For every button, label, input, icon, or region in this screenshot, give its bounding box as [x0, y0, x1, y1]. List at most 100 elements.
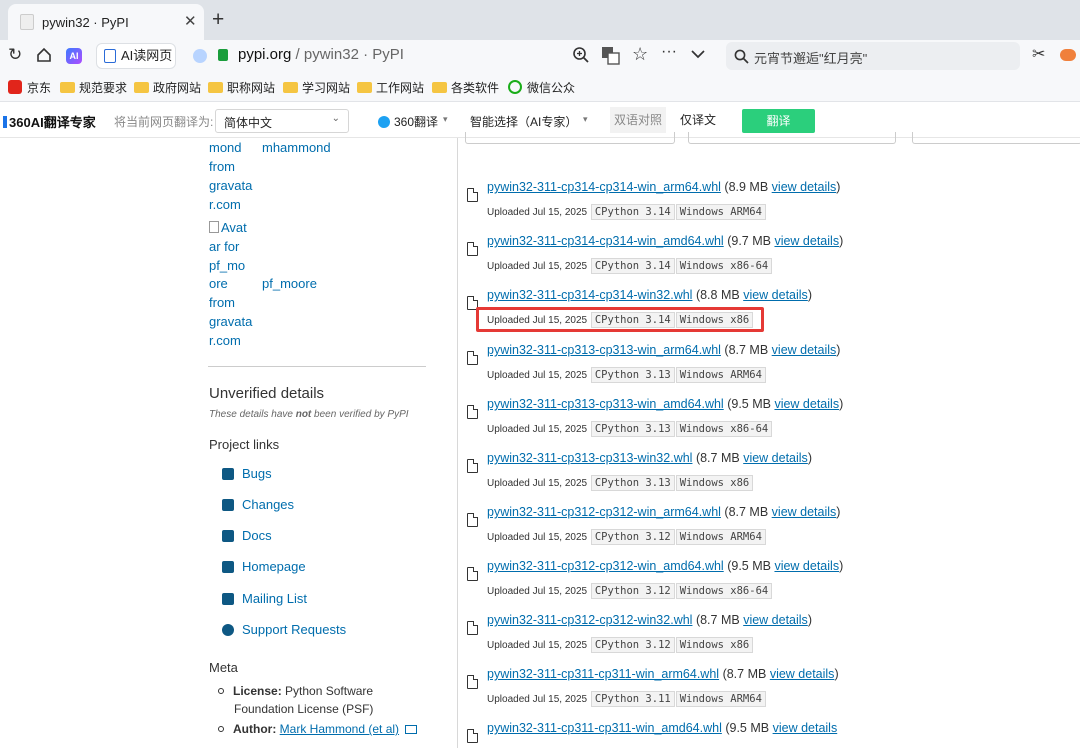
upload-date: Uploaded Jul 15, 2025: [487, 370, 588, 381]
star-bookmark-icon[interactable]: ☆: [632, 44, 648, 64]
close-tab-icon[interactable]: ✕: [184, 12, 197, 30]
maintainer-name-link[interactable]: mhammond: [262, 138, 331, 157]
view-details-link[interactable]: view details: [743, 613, 808, 627]
avatar-alt-text[interactable]: ar for: [209, 237, 239, 256]
ai-assistant-icon[interactable]: AI: [66, 48, 82, 64]
file-icon: [467, 729, 478, 743]
address-bar[interactable]: pypi.org / pywin32 · PyPI: [238, 46, 404, 63]
upload-date: Uploaded Jul 15, 2025: [487, 586, 588, 597]
bookmark-wechat[interactable]: 微信公众: [508, 79, 575, 96]
view-details-link[interactable]: view details: [743, 288, 808, 302]
caret-down-icon[interactable]: ▾: [443, 114, 448, 125]
avatar-alt-text[interactable]: mond: [209, 138, 242, 157]
file-download-link[interactable]: pywin32-311-cp312-cp312-win32.whl: [487, 613, 692, 627]
mode-select[interactable]: 智能选择（AI专家）: [470, 113, 577, 130]
bilingual-compare-button[interactable]: 双语对照: [610, 107, 666, 133]
file-download-link[interactable]: pywin32-311-cp314-cp314-win_amd64.whl: [487, 234, 724, 248]
view-details-link[interactable]: view details: [770, 667, 835, 681]
file-download-link[interactable]: pywin32-311-cp311-cp311-win_arm64.whl: [487, 667, 719, 681]
avatar-alt-text[interactable]: gravata: [209, 176, 252, 195]
bookmark-folder[interactable]: 职称网站: [208, 79, 275, 96]
file-download-link[interactable]: pywin32-311-cp312-cp312-win_arm64.whl: [487, 505, 721, 519]
reload-icon[interactable]: ↻: [8, 45, 22, 65]
zoom-icon[interactable]: [572, 46, 590, 64]
home-icon[interactable]: [36, 47, 52, 63]
project-link-changes[interactable]: Changes: [222, 497, 294, 512]
bookmark-folder[interactable]: 各类软件: [432, 79, 499, 96]
scissors-icon[interactable]: ✂: [1032, 45, 1045, 65]
avatar-alt-text[interactable]: Avat: [209, 218, 247, 237]
panel-edge: [465, 132, 675, 144]
envelope-icon[interactable]: [405, 725, 418, 734]
chevron-down-icon[interactable]: [691, 49, 705, 59]
view-details-link[interactable]: view details: [772, 343, 837, 357]
translate-icon[interactable]: [601, 46, 620, 65]
translate-button[interactable]: 翻译: [742, 109, 815, 133]
file-icon: [467, 405, 478, 419]
view-details-link[interactable]: view details: [774, 397, 839, 411]
platform-tag: Windows x86: [675, 475, 754, 491]
view-details-link[interactable]: view details: [772, 180, 837, 194]
file-download-link[interactable]: pywin32-311-cp313-cp313-win_amd64.whl: [487, 397, 724, 411]
avatar-alt-text[interactable]: pf_mo: [209, 256, 245, 275]
file-row: pywin32-311-cp311-cp311-win_amd64.whl (9…: [467, 721, 1067, 748]
file-download-link[interactable]: pywin32-311-cp312-cp312-win_amd64.whl: [487, 559, 724, 573]
platform-tag: Windows ARM64: [675, 691, 766, 707]
site-info-icon[interactable]: [193, 49, 207, 63]
view-details-link[interactable]: view details: [773, 721, 838, 735]
view-details-link[interactable]: view details: [774, 234, 839, 248]
bookmark-folder[interactable]: 规范要求: [60, 79, 127, 96]
avatar-alt-text[interactable]: r.com: [209, 195, 241, 214]
platform-tag: Windows x86-64: [675, 583, 773, 599]
upload-date: Uploaded Jul 15, 2025: [487, 261, 588, 272]
view-details-link[interactable]: view details: [743, 451, 808, 465]
project-link-mailing-list[interactable]: Mailing List: [222, 591, 307, 606]
engine-select[interactable]: 360翻译: [378, 113, 438, 130]
project-link-support-requests[interactable]: Support Requests: [222, 622, 346, 637]
bookmark-folder[interactable]: 政府网站: [134, 79, 201, 96]
more-options-icon[interactable]: ···: [661, 42, 677, 62]
avatar-alt-text[interactable]: r.com: [209, 331, 241, 350]
project-link-homepage[interactable]: Homepage: [222, 559, 306, 574]
avatar-alt-text[interactable]: ore: [209, 274, 228, 293]
bookmark-jd[interactable]: 京东: [8, 79, 51, 96]
bookmark-folder[interactable]: 学习网站: [283, 79, 350, 96]
logo-mark-icon: [3, 116, 7, 128]
jd-icon: [8, 80, 22, 94]
target-language-select[interactable]: 简体中文 ⌄: [215, 109, 349, 133]
file-download-link[interactable]: pywin32-311-cp313-cp313-win32.whl: [487, 451, 692, 465]
author-link[interactable]: Mark Hammond (et al): [280, 722, 399, 736]
file-download-link[interactable]: pywin32-311-cp311-cp311-win_amd64.whl: [487, 721, 722, 735]
project-link-docs[interactable]: Docs: [222, 528, 272, 543]
file-icon: [467, 567, 478, 581]
browser-tab[interactable]: pywin32 · PyPI ✕: [8, 4, 204, 40]
maintainer-name-link[interactable]: pf_moore: [262, 274, 317, 293]
avatar-alt-text[interactable]: from: [209, 293, 235, 312]
file-download-link[interactable]: pywin32-311-cp314-cp314-win32.whl: [487, 288, 692, 302]
platform-tag: Windows ARM64: [675, 529, 766, 545]
file-icon: [467, 621, 478, 635]
book-icon: [222, 530, 234, 542]
new-tab-icon[interactable]: +: [212, 9, 224, 31]
search-icon: [734, 49, 749, 64]
bookmark-folder[interactable]: 工作网站: [357, 79, 424, 96]
folder-icon: [60, 82, 75, 93]
file-icon: [467, 188, 478, 202]
game-controller-icon[interactable]: [1060, 49, 1076, 61]
translation-only-button[interactable]: 仅译文: [669, 107, 727, 133]
view-details-link[interactable]: view details: [772, 505, 837, 519]
avatar-alt-text[interactable]: from: [209, 157, 235, 176]
platform-tag: Windows x86-64: [675, 421, 773, 437]
file-icon: [467, 459, 478, 473]
ai-read-page-button[interactable]: AI读网页: [96, 43, 176, 69]
avatar-alt-text[interactable]: gravata: [209, 312, 252, 331]
view-details-link[interactable]: view details: [774, 559, 839, 573]
caret-down-icon[interactable]: ▾: [583, 114, 588, 125]
project-link-bugs[interactable]: Bugs: [222, 466, 272, 481]
python-tag: CPython 3.11: [590, 691, 675, 707]
file-download-link[interactable]: pywin32-311-cp314-cp314-win_arm64.whl: [487, 180, 721, 194]
lock-icon[interactable]: [218, 49, 228, 61]
search-box[interactable]: 元宵节邂逅"红月亮": [726, 42, 1020, 70]
file-download-link[interactable]: pywin32-311-cp313-cp313-win_arm64.whl: [487, 343, 721, 357]
folder-icon: [208, 82, 223, 93]
